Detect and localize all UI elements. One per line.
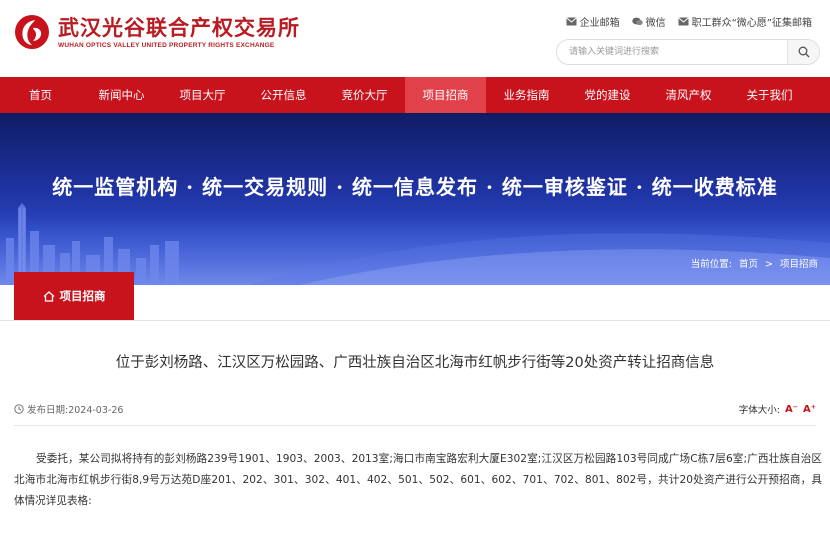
- banner: 统一监管机构 · 统一交易规则 · 统一信息发布 · 统一审核鉴证 · 统一收费…: [0, 113, 830, 285]
- section-divider: [0, 320, 830, 321]
- breadcrumb-home[interactable]: 首页: [739, 259, 758, 270]
- article-title: 位于彭刘杨路、江汉区万松园路、广西壮族自治区北海市红帆步行街等20处资产转让招商…: [115, 355, 715, 371]
- home-icon: [43, 290, 54, 302]
- nav-public-info[interactable]: 公开信息: [243, 77, 324, 113]
- search-box: [556, 39, 820, 65]
- font-larger-button[interactable]: A⁺: [803, 404, 816, 415]
- publish-date: 发布日期:2024-03-26: [27, 405, 124, 416]
- search-input[interactable]: [557, 41, 787, 63]
- nav-business-guide[interactable]: 业务指南: [486, 77, 567, 113]
- wechat-label: 微信: [645, 18, 666, 29]
- mail-icon: [677, 17, 689, 26]
- nav-clean-property[interactable]: 清风产权: [648, 77, 729, 113]
- breadcrumb-separator: >: [764, 259, 773, 270]
- enterprise-mail-label: 企业邮箱: [579, 18, 620, 29]
- meta-divider: [14, 425, 816, 426]
- mail-icon: [565, 17, 577, 26]
- font-size-label: 字体大小:: [738, 405, 780, 416]
- nav-home[interactable]: 首页: [0, 77, 81, 113]
- font-size-control: 字体大小: A⁻ A⁺: [738, 402, 816, 417]
- enterprise-mail-link[interactable]: 企业邮箱: [565, 14, 620, 29]
- search-button[interactable]: [787, 40, 819, 64]
- wish-mail-link[interactable]: 职工群众“微心愿”征集邮箱: [677, 14, 812, 29]
- nav-news[interactable]: 新闻中心: [81, 77, 162, 113]
- wechat-link[interactable]: 微信: [631, 14, 666, 29]
- breadcrumb: 当前位置: 首页 > 项目招商: [687, 256, 818, 270]
- site-logo[interactable]: 武汉光谷联合产权交易所 WUHAN OPTICS VALLEY UNITED P…: [14, 14, 300, 50]
- wechat-icon: [631, 17, 643, 26]
- site-header: 武汉光谷联合产权交易所 WUHAN OPTICS VALLEY UNITED P…: [0, 0, 830, 77]
- clock-icon: [14, 404, 24, 414]
- top-links: 企业邮箱 微信 职工群众“微心愿”征集邮箱: [554, 14, 812, 29]
- font-smaller-button[interactable]: A⁻: [785, 404, 798, 415]
- nav-investment[interactable]: 项目招商: [405, 77, 486, 113]
- article-body: 受委托，某公司拟将持有的彭刘杨路239号1901、1903、2003、2013室…: [14, 453, 822, 507]
- main-nav: 首页 新闻中心 项目大厅 公开信息 竞价大厅 项目招商 业务指南 党的建设 清风…: [0, 77, 830, 113]
- logo-subtitle: WUHAN OPTICS VALLEY UNITED PROPERTY RIGH…: [58, 41, 275, 49]
- search-icon: [798, 46, 809, 58]
- logo-title: 武汉光谷联合产权交易所: [58, 15, 300, 40]
- section-title: 项目招商: [59, 289, 106, 303]
- nav-about-us[interactable]: 关于我们: [729, 77, 810, 113]
- nav-party-building[interactable]: 党的建设: [567, 77, 648, 113]
- section-tab[interactable]: 项目招商: [14, 272, 134, 320]
- banner-slogan: 统一监管机构 · 统一交易规则 · 统一信息发布 · 统一审核鉴证 · 统一收费…: [52, 175, 778, 199]
- logo-mark-icon: [15, 15, 49, 49]
- nav-project-hall[interactable]: 项目大厅: [162, 77, 243, 113]
- wish-mail-label: 职工群众“微心愿”征集邮箱: [691, 18, 812, 29]
- breadcrumb-label: 当前位置:: [690, 259, 732, 270]
- article-meta: 发布日期:2024-03-26 字体大小: A⁻ A⁺: [14, 400, 816, 418]
- breadcrumb-current[interactable]: 项目招商: [780, 259, 818, 270]
- nav-bidding-hall[interactable]: 竞价大厅: [324, 77, 405, 113]
